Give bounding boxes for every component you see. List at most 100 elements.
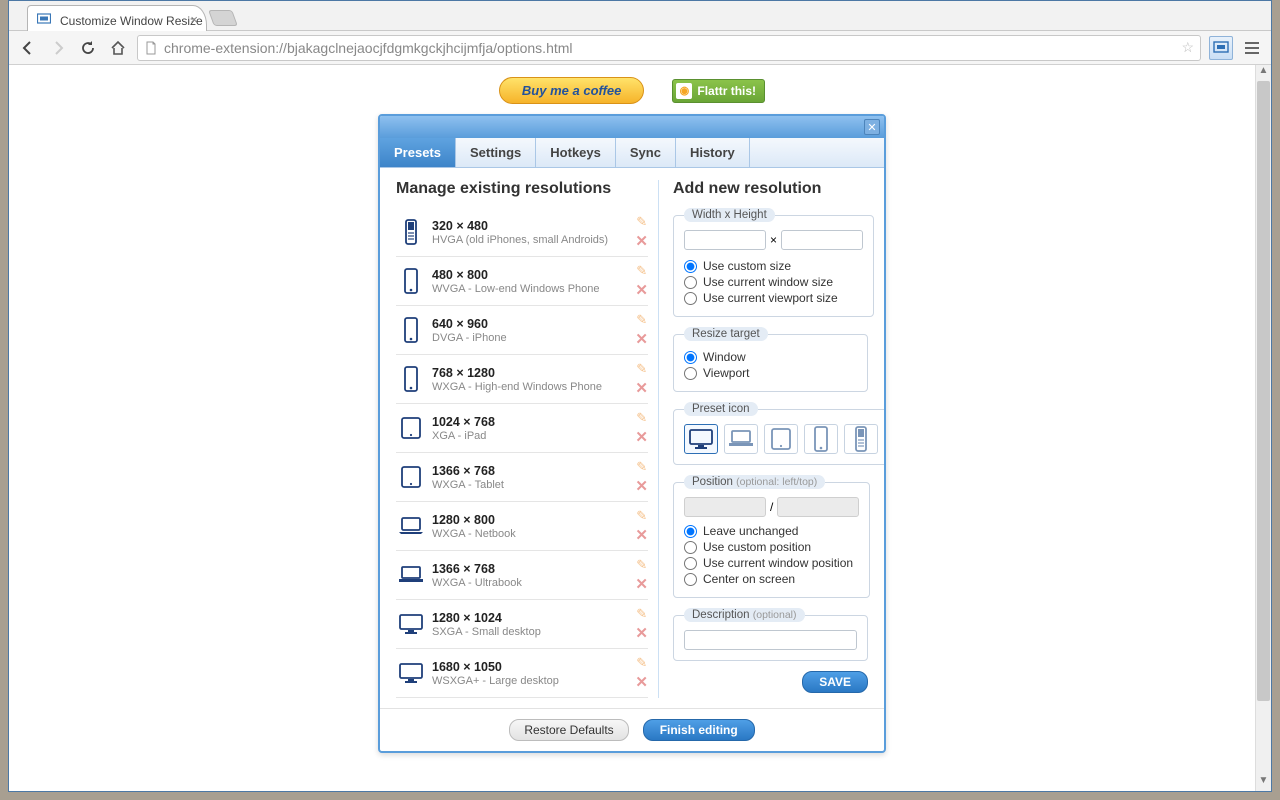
- delete-icon[interactable]: ✕: [635, 477, 648, 495]
- resolution-row: 1366 × 768WXGA - Ultrabook✎✕: [396, 551, 648, 600]
- home-button[interactable]: [107, 37, 129, 59]
- size-option[interactable]: Use current window size: [684, 274, 863, 290]
- delete-icon[interactable]: ✕: [635, 575, 648, 593]
- desc-legend: Description (optional): [684, 608, 805, 622]
- resize-option[interactable]: Window: [684, 349, 857, 365]
- preset-icon-smartphone[interactable]: [804, 424, 838, 454]
- resolution-desc: WXGA - Netbook: [432, 528, 635, 540]
- resize-option[interactable]: Viewport: [684, 365, 857, 381]
- delete-icon[interactable]: ✕: [635, 232, 648, 250]
- tab-sync[interactable]: Sync: [616, 138, 676, 167]
- preset-icon-laptop[interactable]: [724, 424, 758, 454]
- smartphone-icon: [396, 366, 426, 392]
- delete-icon[interactable]: ✕: [635, 673, 648, 691]
- resize-favicon-icon: [37, 12, 51, 26]
- size-radio[interactable]: [684, 276, 697, 289]
- preset-icon-feature-phone[interactable]: [844, 424, 878, 454]
- pos-top-input[interactable]: [777, 497, 859, 517]
- wh-separator: ×: [770, 233, 777, 247]
- tab-close-icon[interactable]: ×: [190, 12, 198, 27]
- delete-icon[interactable]: ✕: [635, 428, 648, 446]
- delete-icon[interactable]: ✕: [635, 379, 648, 397]
- edit-icon[interactable]: ✎: [636, 410, 647, 426]
- size-option[interactable]: Use current viewport size: [684, 290, 863, 306]
- browser-tab[interactable]: Customize Window Resize ×: [27, 5, 207, 31]
- netbook-icon: [396, 516, 426, 536]
- edit-icon[interactable]: ✎: [636, 263, 647, 279]
- resolution-desc: WXGA - Ultrabook: [432, 577, 635, 589]
- delete-icon[interactable]: ✕: [635, 624, 648, 642]
- position-option[interactable]: Use custom position: [684, 539, 859, 555]
- tab-settings[interactable]: Settings: [456, 138, 536, 167]
- resize-radio[interactable]: [684, 351, 697, 364]
- resolution-name: 320 × 480: [432, 219, 635, 233]
- edit-icon[interactable]: ✎: [636, 508, 647, 524]
- edit-icon[interactable]: ✎: [636, 655, 647, 671]
- position-radio[interactable]: [684, 525, 697, 538]
- position-option[interactable]: Leave unchanged: [684, 523, 859, 539]
- resize-radio[interactable]: [684, 367, 697, 380]
- browser-tabstrip: Customize Window Resize ×: [9, 1, 1271, 31]
- position-option[interactable]: Use current window position: [684, 555, 859, 571]
- width-input[interactable]: [684, 230, 766, 250]
- scroll-up-icon[interactable]: ▲: [1256, 65, 1271, 81]
- pos-left-input[interactable]: [684, 497, 766, 517]
- resolution-desc: WVGA - Low-end Windows Phone: [432, 283, 635, 295]
- desktop-icon: [687, 428, 715, 450]
- tab-history[interactable]: History: [676, 138, 750, 167]
- buy-coffee-button[interactable]: Buy me a coffee: [499, 77, 644, 104]
- back-button[interactable]: [17, 37, 39, 59]
- panel-close-icon[interactable]: ✕: [864, 119, 880, 135]
- restore-defaults-button[interactable]: Restore Defaults: [509, 719, 628, 741]
- resolution-desc: WXGA - Tablet: [432, 479, 635, 491]
- edit-icon[interactable]: ✎: [636, 557, 647, 573]
- edit-icon[interactable]: ✎: [636, 361, 647, 377]
- preset-icon-tablet[interactable]: [764, 424, 798, 454]
- size-radio[interactable]: [684, 292, 697, 305]
- pos-legend: Position (optional: left/top): [684, 475, 825, 489]
- tab-presets[interactable]: Presets: [380, 138, 456, 167]
- resize-target-group: Resize target Window Viewport: [673, 327, 868, 392]
- extension-icon[interactable]: [1209, 36, 1233, 60]
- smartphone-icon: [396, 317, 426, 343]
- vertical-scrollbar[interactable]: ▲ ▼: [1255, 65, 1271, 791]
- feature-phone-icon: [852, 426, 870, 452]
- preset-icon-group: Preset icon: [673, 402, 886, 465]
- flattr-label: Flattr this!: [697, 84, 756, 98]
- tab-hotkeys[interactable]: Hotkeys: [536, 138, 616, 167]
- position-radio[interactable]: [684, 541, 697, 554]
- address-bar[interactable]: chrome-extension://bjakagclnejaocjfdgmkg…: [137, 35, 1201, 61]
- bookmark-star-icon[interactable]: ☆: [1181, 39, 1194, 56]
- height-input[interactable]: [781, 230, 863, 250]
- scroll-down-icon[interactable]: ▼: [1256, 775, 1271, 791]
- desktop-icon: [396, 613, 426, 635]
- edit-icon[interactable]: ✎: [636, 312, 647, 328]
- position-option[interactable]: Center on screen: [684, 571, 859, 587]
- delete-icon[interactable]: ✕: [635, 281, 648, 299]
- size-option[interactable]: Use custom size: [684, 258, 863, 274]
- flattr-button[interactable]: ◉ Flattr this!: [672, 79, 765, 103]
- desktop-icon: [396, 662, 426, 684]
- forward-button[interactable]: [47, 37, 69, 59]
- edit-icon[interactable]: ✎: [636, 214, 647, 230]
- reload-button[interactable]: [77, 37, 99, 59]
- laptop-icon: [396, 565, 426, 585]
- flattr-icon: ◉: [676, 83, 692, 99]
- finish-editing-button[interactable]: Finish editing: [643, 719, 755, 741]
- resolution-row: 768 × 1280WXGA - High-end Windows Phone✎…: [396, 355, 648, 404]
- pos-separator: /: [770, 500, 773, 514]
- save-button[interactable]: SAVE: [802, 671, 868, 693]
- chrome-menu-icon[interactable]: [1241, 37, 1263, 59]
- size-radio[interactable]: [684, 260, 697, 273]
- scroll-thumb[interactable]: [1257, 81, 1270, 701]
- edit-icon[interactable]: ✎: [636, 606, 647, 622]
- delete-icon[interactable]: ✕: [635, 526, 648, 544]
- description-group: Description (optional): [673, 608, 868, 661]
- position-radio[interactable]: [684, 557, 697, 570]
- position-radio[interactable]: [684, 573, 697, 586]
- delete-icon[interactable]: ✕: [635, 330, 648, 348]
- new-tab-button[interactable]: [208, 10, 238, 26]
- edit-icon[interactable]: ✎: [636, 459, 647, 475]
- preset-icon-desktop[interactable]: [684, 424, 718, 454]
- description-input[interactable]: [684, 630, 857, 650]
